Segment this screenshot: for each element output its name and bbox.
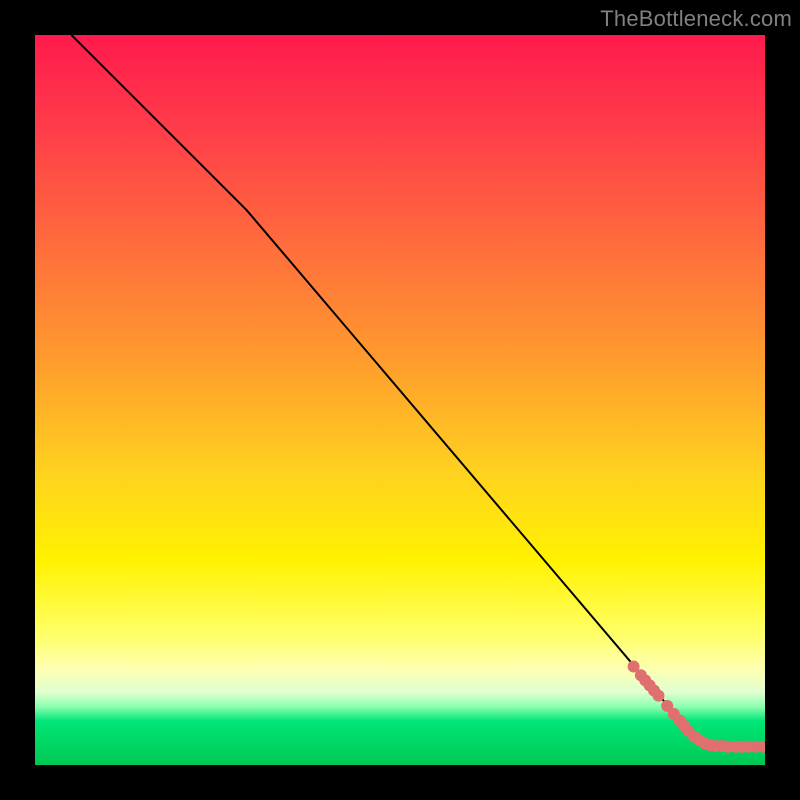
series-curve bbox=[72, 35, 766, 747]
chart-frame: TheBottleneck.com bbox=[0, 0, 800, 800]
data-point bbox=[736, 741, 748, 753]
data-point bbox=[722, 741, 734, 753]
data-point bbox=[698, 737, 710, 749]
data-point bbox=[674, 714, 686, 726]
marker-group bbox=[628, 660, 765, 752]
data-point bbox=[652, 690, 664, 702]
data-point bbox=[678, 720, 690, 732]
data-point bbox=[688, 731, 700, 743]
data-point bbox=[668, 708, 680, 720]
chart-overlay-svg bbox=[35, 35, 765, 765]
watermark-label: TheBottleneck.com bbox=[600, 6, 792, 32]
data-point bbox=[693, 734, 705, 746]
data-point bbox=[758, 741, 765, 753]
data-point bbox=[750, 741, 762, 753]
plot-area bbox=[35, 35, 765, 765]
data-point bbox=[682, 725, 694, 737]
data-point bbox=[661, 700, 673, 712]
data-point bbox=[644, 679, 656, 691]
data-point bbox=[741, 741, 753, 753]
data-point bbox=[639, 674, 651, 686]
data-point bbox=[704, 739, 716, 751]
data-point bbox=[648, 685, 660, 697]
data-point bbox=[628, 660, 640, 672]
data-point bbox=[710, 740, 722, 752]
data-point bbox=[635, 669, 647, 681]
data-point bbox=[730, 741, 742, 753]
data-point bbox=[716, 740, 728, 752]
